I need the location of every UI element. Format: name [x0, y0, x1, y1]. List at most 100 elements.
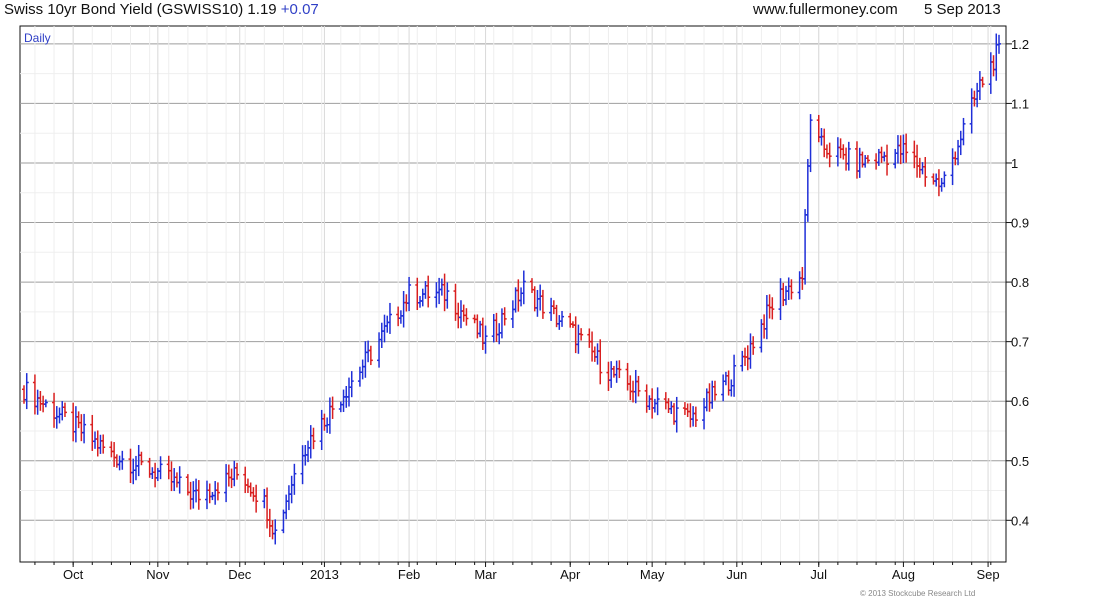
ohlc-bar	[453, 283, 458, 321]
ohlc-bar	[510, 300, 515, 328]
ohlc-bar	[767, 294, 772, 319]
y-tick-label: 0.9	[1011, 216, 1029, 231]
ohlc-bar	[426, 275, 431, 308]
ohlc-bar	[382, 314, 387, 343]
ohlc-bar	[76, 411, 81, 429]
ohlc-bar	[494, 312, 499, 342]
ohlc-bar	[636, 375, 641, 397]
x-tick-label: Apr	[560, 567, 581, 582]
ohlc-bar	[931, 173, 936, 185]
ohlc-bar	[557, 315, 562, 330]
ohlc-bar	[707, 383, 712, 412]
ohlc-bar	[308, 425, 313, 459]
ohlc-bar	[82, 413, 87, 444]
ohlc-bar	[879, 146, 884, 163]
ohlc-bar	[377, 332, 382, 368]
ohlc-bar	[226, 464, 231, 487]
y-ticks: 0.4 0.5 0.6 0.7 0.8 0.9 1 1.1 1.2	[1006, 37, 1029, 528]
ohlc-bar	[838, 138, 843, 159]
ohlc-bar	[732, 354, 737, 397]
ohlc-bar	[418, 296, 423, 308]
ohlc-bar	[723, 371, 728, 386]
ohlc-bar	[349, 371, 354, 398]
ohlc-bar	[516, 279, 521, 312]
x-axis: Oct Nov Dec 2013 Feb Mar Apr May Jun Jul Aug Sep	[20, 561, 1006, 582]
ohlc-bar	[442, 273, 447, 312]
plot-area	[19, 25, 1007, 563]
ohlc-bar	[726, 370, 731, 396]
ohlc-bar	[797, 271, 802, 300]
ohlc-bar	[912, 140, 917, 169]
frequency-label: Daily	[24, 31, 51, 45]
ohlc-bar	[688, 403, 693, 428]
ohlc-bar	[529, 278, 534, 294]
ohlc-bar	[478, 320, 483, 338]
ohlc-bar	[729, 379, 734, 397]
ohlc-bar	[712, 380, 717, 401]
ohlc-bar	[988, 52, 993, 94]
ohlc-bar	[60, 401, 65, 421]
ohlc-bar	[824, 144, 829, 159]
x-tick-label: Mar	[474, 567, 497, 582]
ohlc-bar	[606, 361, 611, 391]
ohlc-bar	[901, 134, 906, 164]
ohlc-bar	[674, 396, 679, 433]
ohlc-bar	[235, 462, 240, 480]
ohlc-bar	[139, 451, 144, 466]
y-tick-label: 0.8	[1011, 275, 1029, 290]
ohlc-bar	[461, 304, 466, 322]
ohlc-bar	[491, 314, 496, 343]
ohlc-bar	[939, 177, 944, 192]
y-tick-label: 0.4	[1011, 513, 1029, 528]
ohlc-bar	[936, 169, 941, 197]
ohlc-bar	[254, 484, 259, 513]
ohlc-bar	[188, 481, 193, 510]
ohlc-bar	[385, 315, 390, 333]
ohlc-bar	[980, 76, 985, 88]
ohlc-bar	[98, 434, 103, 454]
ohlc-bar	[347, 377, 351, 407]
ohlc-bar	[166, 455, 171, 480]
y-tick-label: 0.7	[1011, 335, 1029, 350]
ohlc-bar	[893, 148, 898, 169]
ohlc-bar	[751, 336, 756, 355]
ohlc-bar	[284, 494, 289, 520]
ohlc-bar	[35, 389, 40, 415]
y-tick-label: 1.2	[1011, 37, 1029, 52]
ohlc-bar	[958, 130, 963, 156]
ohlc-bar	[368, 345, 373, 366]
ohlc-bar	[805, 159, 810, 222]
ohlc-bar	[62, 402, 67, 418]
ohlc-bar	[289, 475, 294, 504]
ohlc-bar	[538, 284, 543, 311]
ohlc-bar	[423, 281, 428, 299]
ohlc-bar	[783, 285, 788, 306]
ohlc-bar	[502, 307, 507, 326]
x-tick-label: Jul	[810, 567, 827, 582]
ohlc-bar	[644, 384, 649, 413]
ohlc-bar	[420, 288, 425, 307]
ohlc-bar	[262, 488, 267, 509]
ohlc-bar	[942, 171, 947, 188]
ohlc-bar	[625, 362, 630, 391]
ohlc-bar	[327, 397, 332, 434]
y-tick-label: 0.6	[1011, 394, 1029, 409]
ohlc-bar	[874, 153, 879, 170]
ohlc-bar	[592, 346, 597, 362]
ohlc-bar	[439, 278, 444, 296]
ohlc-bar	[956, 139, 961, 166]
ohlc-bar	[387, 302, 392, 334]
ohlc-bar	[458, 300, 463, 329]
ohlc-bar	[934, 173, 939, 187]
ohlc-bar	[109, 441, 114, 458]
ohlc-bar	[270, 520, 275, 540]
ohlc-bar	[568, 313, 573, 328]
ohlc-bar	[158, 456, 163, 480]
ohlc-bar	[251, 487, 256, 502]
ohlc-bar	[79, 414, 84, 442]
ohlc-bar	[961, 117, 966, 146]
ohlc-bar	[535, 289, 540, 317]
x-tick-label: Aug	[892, 567, 915, 582]
ohlc-bar	[330, 396, 335, 419]
ohlc-bar	[917, 157, 922, 178]
